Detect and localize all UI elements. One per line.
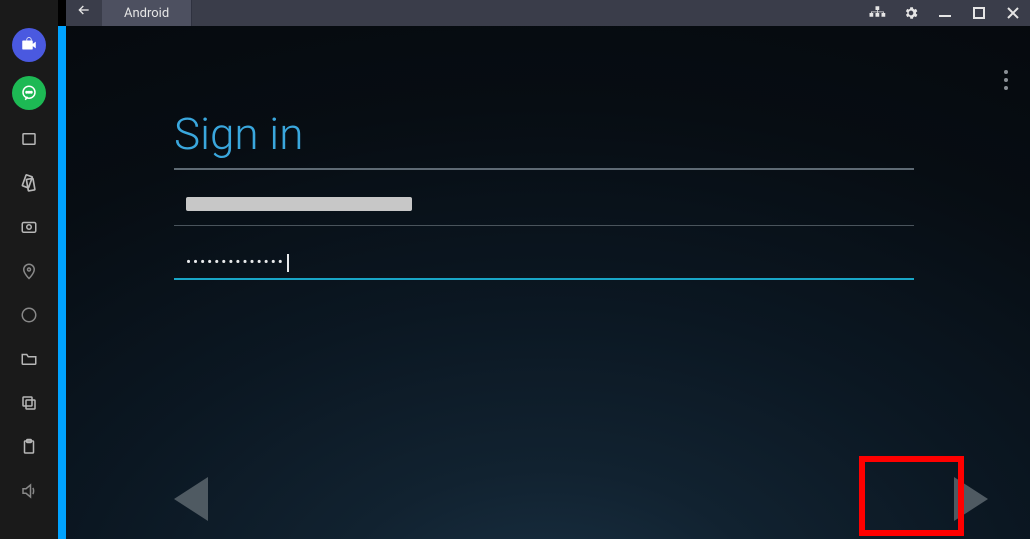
rotate-icon[interactable] bbox=[12, 168, 46, 198]
chevron-left-icon bbox=[174, 477, 208, 521]
tab-label: Android bbox=[124, 6, 169, 21]
annotation-highlight bbox=[859, 456, 964, 536]
prev-button[interactable] bbox=[174, 477, 208, 521]
email-field[interactable] bbox=[174, 190, 914, 226]
copy-icon[interactable] bbox=[12, 388, 46, 418]
text-caret bbox=[287, 254, 289, 272]
email-value-redacted bbox=[186, 197, 412, 211]
close-button[interactable] bbox=[996, 6, 1030, 21]
title-divider bbox=[174, 168, 914, 170]
camera-app-icon[interactable] bbox=[12, 28, 46, 62]
tab-android[interactable]: Android bbox=[102, 0, 192, 26]
folder-icon[interactable] bbox=[12, 344, 46, 374]
back-button[interactable] bbox=[66, 0, 102, 26]
fullscreen-icon[interactable] bbox=[12, 124, 46, 154]
window-titlebar: Android bbox=[66, 0, 1030, 26]
page-title: Sign in bbox=[174, 108, 914, 160]
system-side-panel bbox=[0, 0, 58, 539]
apk-icon[interactable] bbox=[12, 300, 46, 330]
network-icon[interactable] bbox=[860, 5, 894, 21]
overflow-menu-icon[interactable] bbox=[1004, 66, 1008, 94]
maximize-button[interactable] bbox=[962, 6, 996, 21]
settings-icon[interactable] bbox=[894, 5, 928, 21]
password-field[interactable]: •••••••••••••• bbox=[174, 246, 914, 280]
accent-strip bbox=[58, 26, 66, 539]
paste-icon[interactable] bbox=[12, 432, 46, 462]
volume-icon[interactable] bbox=[12, 476, 46, 506]
signin-form: Sign in •••••••••••••• bbox=[174, 108, 914, 280]
screenshot-icon[interactable] bbox=[12, 212, 46, 242]
password-mask: •••••••••••••• bbox=[186, 253, 285, 271]
location-icon[interactable] bbox=[12, 256, 46, 286]
chat-app-icon[interactable] bbox=[12, 76, 46, 110]
minimize-button[interactable] bbox=[928, 6, 962, 21]
